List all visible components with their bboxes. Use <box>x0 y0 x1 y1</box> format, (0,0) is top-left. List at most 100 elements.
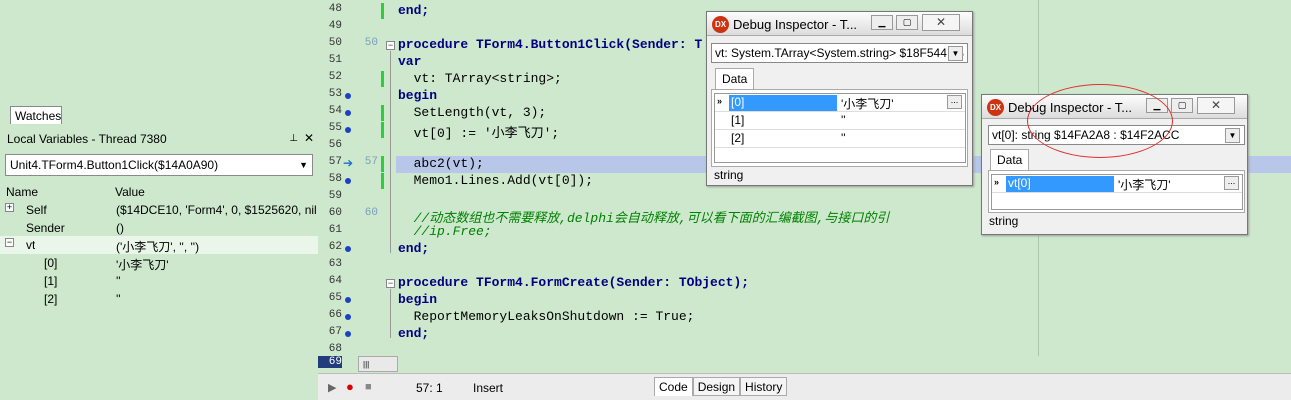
editor-gutter[interactable]: 48 49 50 50−51 52 53 54 55 56 57 ➔ 57 58 59 60 60 61 62 63… <box>318 0 395 356</box>
variable-row[interactable]: [2] '' <box>0 290 318 308</box>
pin-icon[interactable]: ⊥ <box>289 133 298 144</box>
horizontal-scrollbar[interactable]: ||| <box>358 356 398 372</box>
code-line[interactable]: procedure TForm4.Button1Click(Sender: T <box>398 37 702 52</box>
close-icon[interactable]: ✕ <box>304 131 314 145</box>
modified-line-marker <box>381 105 384 121</box>
panel-title: Local Variables - Thread 7380 <box>7 132 167 146</box>
line-number: 49 <box>328 20 342 32</box>
delphi-logo-icon: DX <box>712 16 729 33</box>
code-line[interactable]: begin <box>398 88 437 103</box>
item-key: [0] <box>729 95 837 111</box>
item-value: '小李飞刀' <box>1118 178 1171 192</box>
expression-combo[interactable]: vt: System.TArray<System.string> $18F544… <box>711 43 968 63</box>
tab-watches[interactable]: Watches <box>10 106 62 124</box>
variable-row[interactable]: [0] '小李飞刀' <box>0 254 318 272</box>
line-number: 53 <box>328 88 342 100</box>
expand-icon[interactable]: + <box>5 203 14 212</box>
line-number: 51 <box>328 54 342 66</box>
code-line[interactable]: SetLength(vt, 3); <box>398 105 547 120</box>
line-number: 68 <box>328 343 342 355</box>
modified-line-marker <box>381 122 384 138</box>
data-row[interactable]: [1] '' <box>715 112 965 130</box>
maximize-icon[interactable]: ▢ <box>896 15 918 30</box>
play-icon[interactable]: ▶ <box>328 381 336 394</box>
breakpoint-dot-icon[interactable] <box>345 93 351 99</box>
code-line[interactable]: abc2(vt); <box>398 156 484 171</box>
fold-guide <box>390 289 391 338</box>
ellipsis-button[interactable]: ... <box>947 95 962 109</box>
variable-row[interactable]: Sender () <box>0 219 318 237</box>
close-icon[interactable]: ✕ <box>922 14 960 31</box>
current-line-number: 69 <box>318 356 342 368</box>
breakpoint-dot-icon[interactable] <box>345 246 351 252</box>
chevron-down-icon[interactable]: ▼ <box>1225 128 1240 143</box>
line-number: 65 <box>328 292 342 304</box>
modified-line-marker <box>381 156 384 172</box>
data-row[interactable]: » vt[0] '小李飞刀'... <box>992 175 1242 193</box>
minimize-icon[interactable]: ▁ <box>871 15 893 30</box>
fold-toggle-icon[interactable]: − <box>386 41 395 50</box>
frame-selector[interactable]: Unit4.TForm4.Button1Click($14A0A90) ▼ <box>5 154 313 176</box>
breakpoint-dot-icon[interactable] <box>345 331 351 337</box>
breakpoint-dot-icon[interactable] <box>345 127 351 133</box>
chevron-down-icon[interactable]: ▼ <box>299 160 308 170</box>
line-number: 55 <box>328 122 342 134</box>
code-line[interactable]: vt[0] := '小李飞刀'; <box>398 122 560 141</box>
item-key: [1] <box>731 113 745 127</box>
stop-icon[interactable]: ■ <box>365 381 372 393</box>
record-icon[interactable]: ● <box>346 379 354 394</box>
window-title: Debug Inspector - T... <box>733 17 858 32</box>
breakpoint-dot-icon[interactable] <box>345 110 351 116</box>
line-number: 48 <box>328 3 342 15</box>
variable-name: [2] <box>44 292 58 306</box>
code-line[interactable]: //ip.Free; <box>398 224 492 239</box>
data-row[interactable]: » [0] '小李飞刀'... <box>715 94 965 112</box>
line-number-marker: 50 <box>364 37 378 49</box>
close-icon[interactable]: ✕ <box>1197 97 1235 114</box>
chevron-down-icon[interactable]: ▼ <box>948 46 963 61</box>
variable-row[interactable]: + Self ($14DCE10, 'Form4', 0, $1525620, ni… <box>0 201 318 219</box>
data-grid: » [0] '小李飞刀'... [1] '' [2] '' <box>714 93 966 163</box>
annotation-circle <box>1027 84 1173 158</box>
breakpoint-dot-icon[interactable] <box>345 314 351 320</box>
item-key: [2] <box>731 131 745 145</box>
code-line[interactable]: vt: TArray<string>; <box>398 71 562 86</box>
insert-mode: Insert <box>473 381 504 395</box>
code-line[interactable]: Memo1.Lines.Add(vt[0]); <box>398 173 593 188</box>
tab-code[interactable]: Code <box>654 377 693 396</box>
variable-row[interactable]: − vt ('小李飞刀', '', '') <box>0 236 318 254</box>
column-name[interactable]: Name <box>6 185 38 199</box>
code-line[interactable]: end; <box>398 241 429 256</box>
title-bar[interactable]: DX Debug Inspector - T... ▁ ▢ ✕ <box>707 12 972 36</box>
tab-design[interactable]: Design <box>692 377 741 396</box>
collapse-icon[interactable]: − <box>5 238 14 247</box>
maximize-icon[interactable]: ▢ <box>1171 98 1193 113</box>
item-value: '小李飞刀' <box>841 97 894 111</box>
item-key: vt[0] <box>1006 176 1114 192</box>
code-line[interactable]: var <box>398 54 421 69</box>
variable-value: ('小李飞刀', '', '') <box>116 240 200 254</box>
code-line[interactable]: end; <box>398 3 429 18</box>
breakpoint-dot-icon[interactable] <box>345 178 351 184</box>
variable-name: [0] <box>44 256 58 270</box>
tab-data[interactable]: Data <box>715 68 755 90</box>
line-number: 50 <box>328 37 342 49</box>
line-number: 64 <box>328 275 342 287</box>
line-number: 60 <box>328 207 342 219</box>
tab-history[interactable]: History <box>740 377 788 396</box>
variable-value: '' <box>116 292 121 306</box>
ellipsis-button[interactable]: ... <box>1224 176 1239 190</box>
tab-data[interactable]: Data <box>990 149 1030 171</box>
breakpoint-dot-icon[interactable] <box>345 297 351 303</box>
data-panel: » [0] '小李飞刀'... [1] '' [2] '' <box>711 89 968 167</box>
code-line[interactable]: procedure TForm4.FormCreate(Sender: TObj… <box>398 275 749 290</box>
fold-toggle-icon[interactable]: − <box>386 279 395 288</box>
data-row[interactable]: [2] '' <box>715 130 965 148</box>
code-line[interactable]: begin <box>398 292 437 307</box>
variable-row[interactable]: [1] '' <box>0 272 318 290</box>
code-line[interactable]: end; <box>398 326 429 341</box>
current-row-icon: » <box>717 96 723 106</box>
variable-value: '小李飞刀' <box>116 258 169 272</box>
code-line[interactable]: ReportMemoryLeaksOnShutdown := True; <box>398 309 695 324</box>
column-value[interactable]: Value <box>115 185 145 199</box>
